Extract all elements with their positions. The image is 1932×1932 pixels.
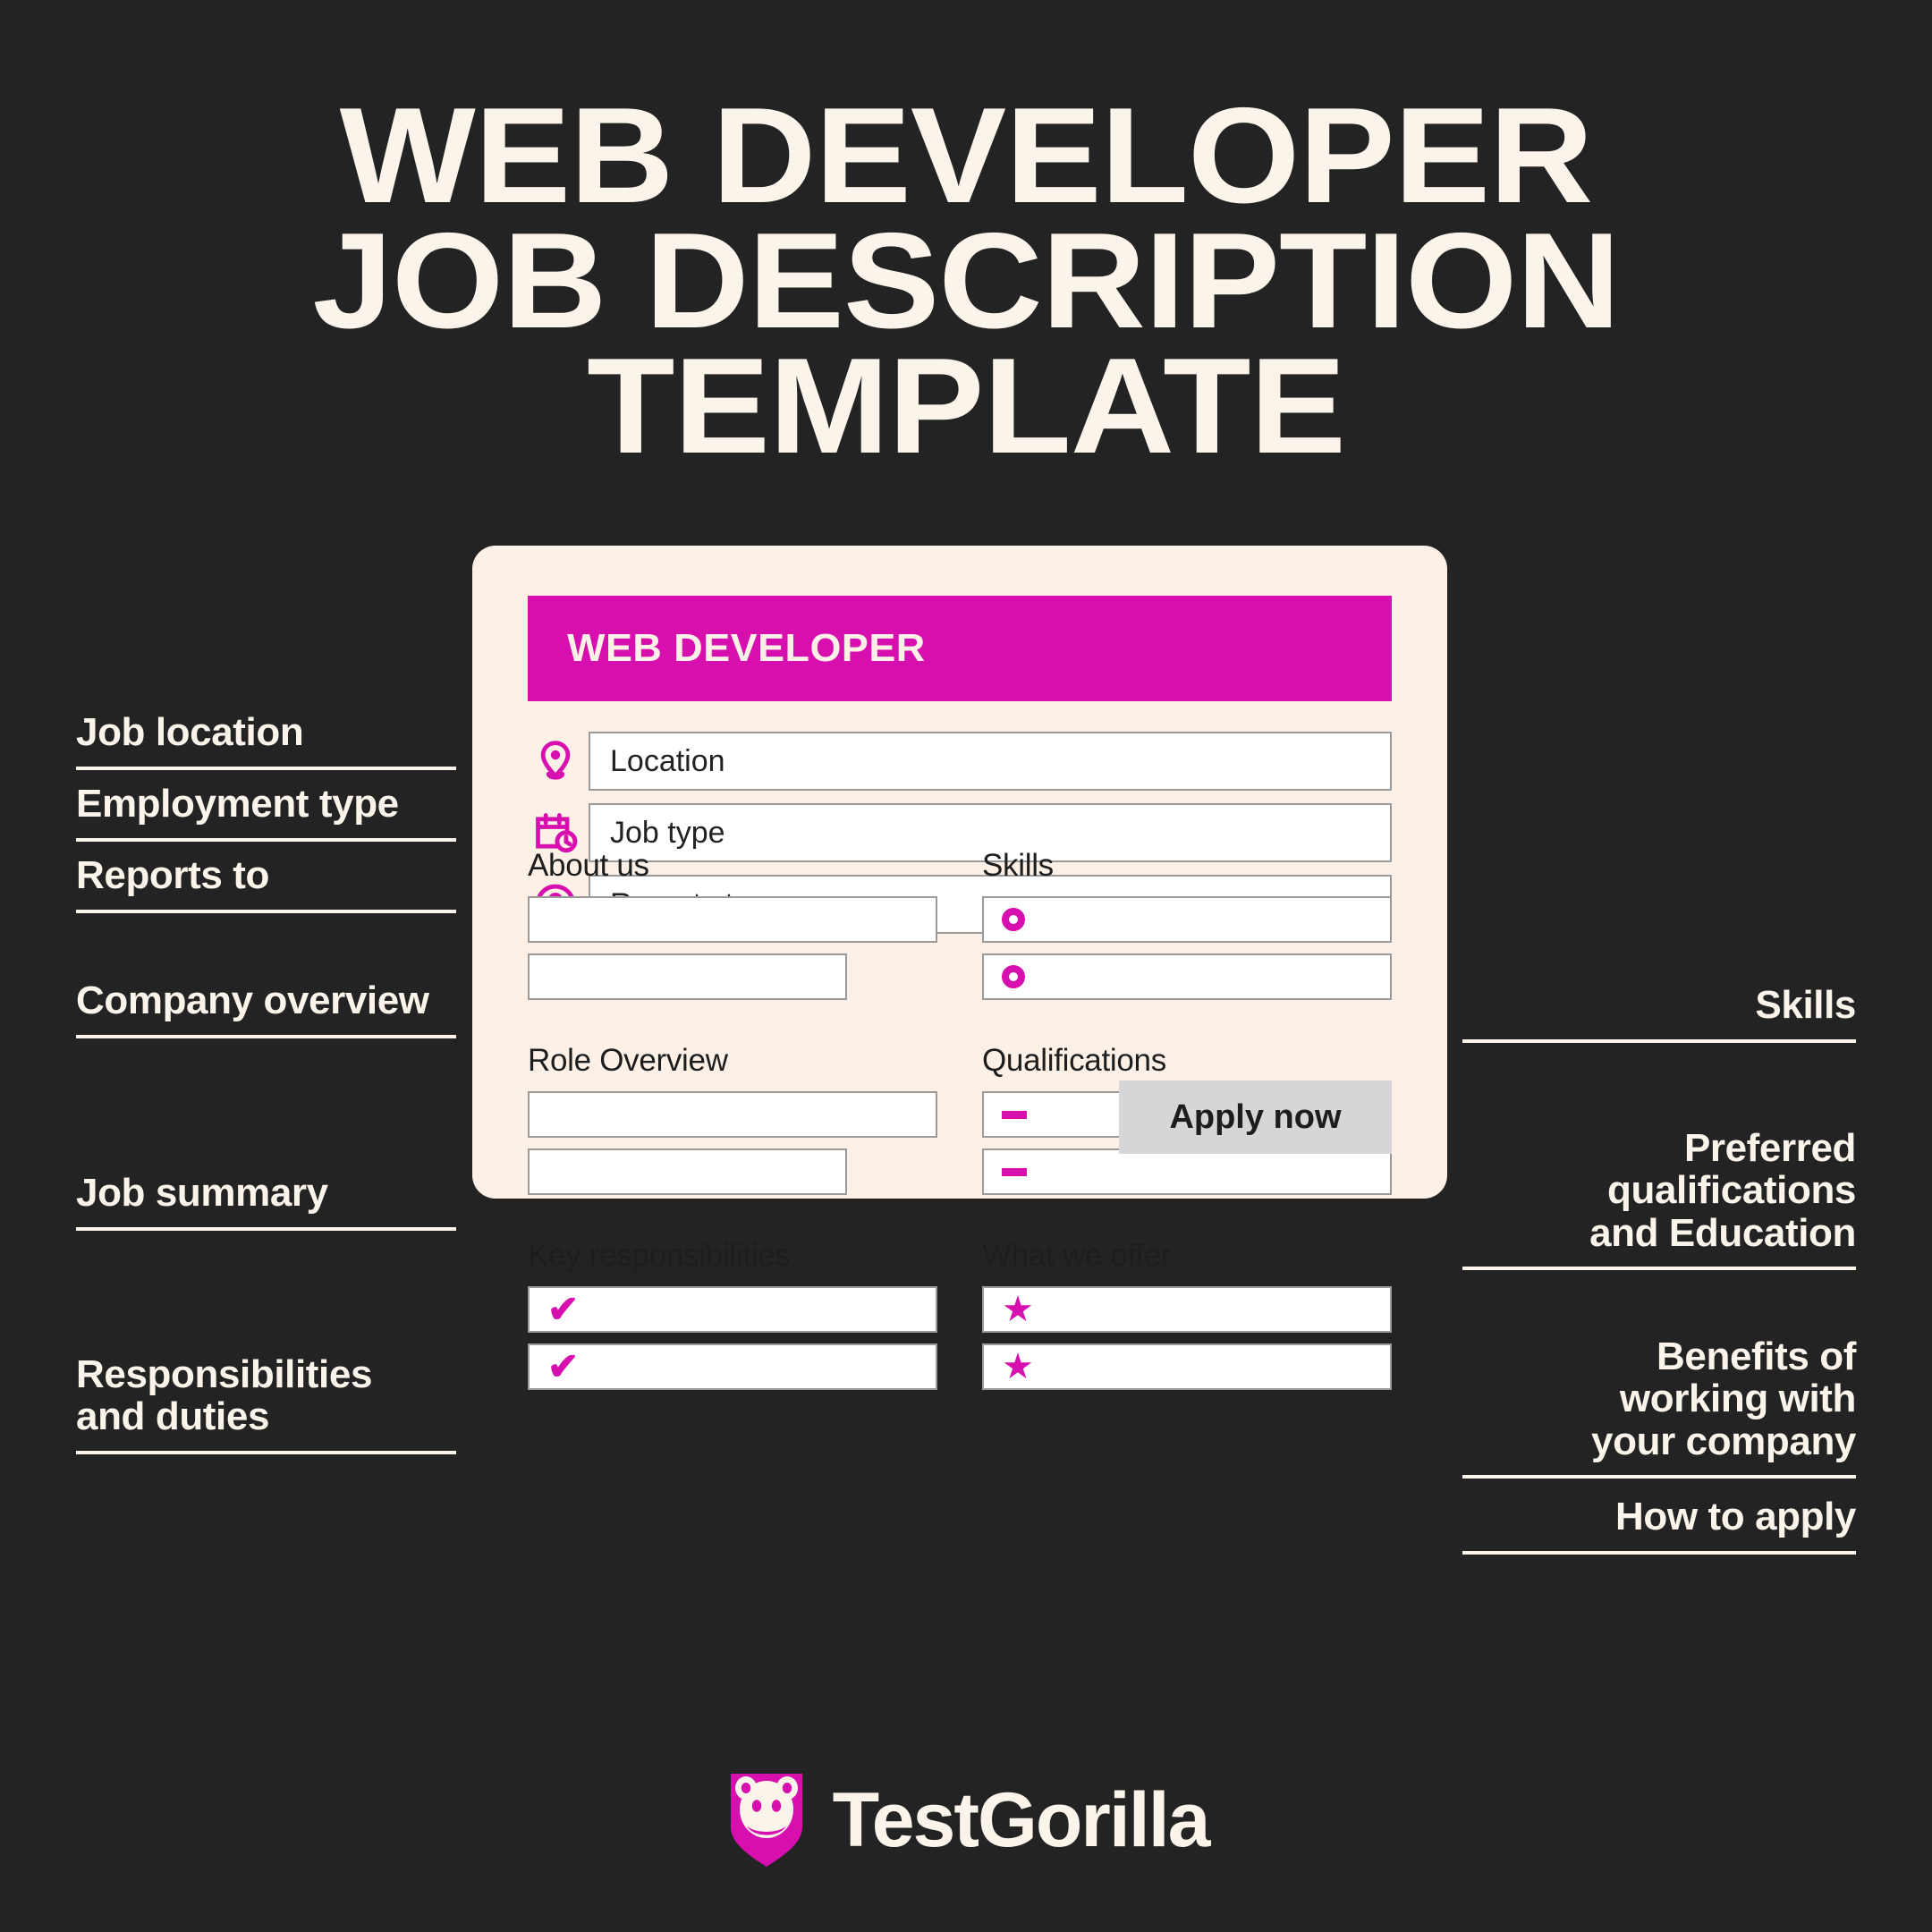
ring-bullet-icon [1002,908,1025,931]
label-rule [1462,1038,1856,1043]
label-rule [76,837,456,842]
checkmark-icon: ✔ [547,1345,580,1387]
label-company-overview-text: Company overview [76,979,429,1022]
job-description-card: WEB DEVELOPER Location Job type About us… [472,546,1447,1390]
star-icon: ★ [1002,1290,1034,1329]
label-job-location: Job location [76,711,456,770]
skills-field-1[interactable] [982,896,1392,943]
label-benefits-text: Benefits of working with your company [1591,1334,1856,1463]
what-we-offer-field-2[interactable]: ★ [982,1343,1392,1390]
section-what-we-offer-label: What we offer [982,1238,1172,1273]
page-title-line-3: TEMPLATE [587,329,1346,482]
label-rule [76,909,456,913]
label-job-summary: Job summary [76,1172,456,1231]
label-rule [76,1034,456,1038]
section-key-responsibilities-label: Key responsibilities [528,1238,791,1273]
section-skills-label: Skills [982,848,1054,883]
section-qualifications-label: Qualifications [982,1043,1166,1078]
location-input[interactable]: Location [589,732,1392,791]
page-title-line-2: JOB DESCRIPTION [312,204,1620,357]
page-title-line-1: WEB DEVELOPER [339,80,1594,232]
label-skills: Skills [1462,984,1856,1043]
about-us-field-2[interactable] [528,953,848,1000]
label-responsibilities-and-duties: Responsibilities and duties [76,1310,456,1496]
label-skills-text: Skills [1755,983,1856,1027]
card-header: WEB DEVELOPER [528,596,1392,701]
section-role-overview-label: Role Overview [528,1043,728,1078]
label-how-to-apply: How to apply [1462,1496,1856,1555]
label-job-location-text: Job location [76,710,304,754]
testgorilla-gorilla-badge-icon [724,1767,809,1875]
dash-bullet-icon [1002,1110,1027,1119]
key-responsibilities-field-2[interactable]: ✔ [528,1343,937,1390]
role-overview-field-1[interactable] [528,1091,937,1138]
location-pin-icon [528,733,583,789]
about-us-field-1[interactable] [528,896,937,943]
dash-bullet-icon [1002,1167,1027,1176]
key-responsibilities-field-1[interactable]: ✔ [528,1286,937,1333]
label-rule [76,1226,456,1231]
role-overview-field-2[interactable] [528,1148,848,1195]
section-skills: Skills [982,848,1392,1011]
label-preferred-qualifications-text: Preferred qualifications and Education [1589,1125,1856,1255]
label-rule [1462,1550,1856,1555]
what-we-offer-field-1[interactable]: ★ [982,1286,1392,1333]
label-company-overview: Company overview [76,979,456,1038]
label-rule [76,766,456,770]
section-about-us: About us [528,848,937,1011]
apply-now-button[interactable]: Apply now [1119,1080,1392,1154]
meta-row-location: Location [528,732,1392,791]
label-rule [1462,1475,1856,1479]
label-preferred-qualifications: Preferred qualifications and Education [1462,1084,1856,1313]
job-type-input-value: Job type [610,815,725,850]
card-header-title: WEB DEVELOPER [567,626,926,670]
label-job-summary-text: Job summary [76,1171,328,1215]
label-rule [76,1450,456,1454]
label-responsibilities-and-duties-text: Responsibilities and duties [76,1352,373,1439]
section-what-we-offer: What we offer ★ ★ [982,1206,1392,1401]
label-reports-to-text: Reports to [76,853,270,897]
ring-bullet-icon [1002,965,1025,988]
testgorilla-wordmark: TestGorilla [832,1777,1211,1863]
section-about-us-label: About us [528,848,649,883]
section-role-overview: Role Overview [528,1011,937,1206]
label-employment-type-text: Employment type [76,782,399,826]
location-input-value: Location [610,743,725,778]
page-title: WEB DEVELOPER JOB DESCRIPTION TEMPLATE [0,80,1932,482]
label-how-to-apply-text: How to apply [1615,1495,1856,1538]
star-icon: ★ [1002,1347,1034,1386]
label-rule [1462,1267,1856,1271]
testgorilla-logo: TestGorilla [0,1767,1932,1875]
section-key-responsibilities: Key responsibilities ✔ ✔ [528,1206,937,1401]
skills-field-2[interactable] [982,953,1392,1000]
qualifications-field-2[interactable] [982,1148,1392,1195]
label-benefits: Benefits of working with your company [1462,1292,1856,1521]
label-reports-to: Reports to [76,854,456,913]
checkmark-icon: ✔ [547,1288,580,1330]
label-employment-type: Employment type [76,783,456,842]
